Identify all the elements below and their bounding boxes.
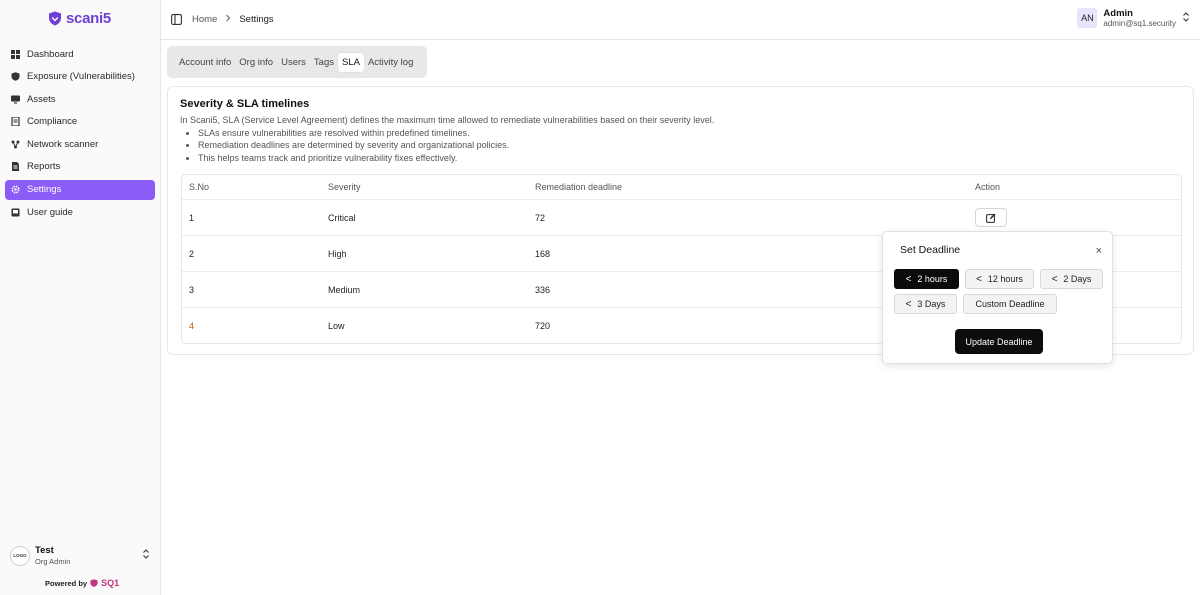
option-3-days[interactable]: < 3 Days — [894, 294, 957, 314]
sidebar-item-label: Exposure (Vulnerabilities) — [27, 71, 135, 83]
less-than-icon: < — [905, 273, 912, 285]
column-header-severity: Severity — [328, 182, 361, 192]
chevron-up-down-icon[interactable] — [1182, 11, 1190, 25]
sla-intro: In Scani5, SLA (Service Level Agreement)… — [180, 115, 715, 125]
account-email: admin@sq1.security — [1103, 19, 1176, 28]
cell-sno: 3 — [189, 284, 195, 295]
dashboard-icon — [11, 49, 20, 59]
chevron-up-down-icon[interactable] — [142, 549, 150, 562]
shield-icon — [11, 72, 20, 81]
option-label: 2 Days — [1063, 274, 1092, 284]
tab-org-info[interactable]: Org info — [235, 53, 277, 72]
set-deadline-popover: Set Deadline × < 2 hours < 12 hours < 2 … — [882, 231, 1113, 364]
option-custom-deadline[interactable]: Custom Deadline — [963, 294, 1057, 314]
column-header-action: Action — [975, 182, 1001, 192]
column-header-deadline: Remediation deadline — [535, 182, 623, 192]
settings-tabs: Account info Org info Users Tags SLA Act… — [167, 46, 427, 78]
sidebar-item-label: Settings — [27, 184, 62, 196]
option-label: 12 hours — [987, 274, 1023, 284]
sidebar-item-label: Reports — [27, 161, 61, 173]
update-deadline-button[interactable]: Update Deadline — [955, 329, 1043, 354]
sla-bullet: This helps teams track and prioritize vu… — [198, 152, 714, 165]
powered-by: Powered by SQ1 — [45, 578, 119, 588]
option-label: Custom Deadline — [975, 299, 1045, 309]
breadcrumb-home[interactable]: Home — [192, 14, 217, 25]
chevron-right-icon — [225, 14, 231, 25]
cell-sno: 1 — [189, 212, 195, 223]
org-switcher[interactable]: LOGO Test Org Admin — [10, 545, 152, 566]
sidebar-item-compliance[interactable]: Compliance — [5, 112, 155, 132]
sq1-shield-icon — [90, 579, 98, 587]
sla-bullets: SLAs ensure vulnerabilities are resolved… — [180, 127, 714, 165]
sla-description: In Scani5, SLA (Service Level Agreement)… — [180, 114, 714, 164]
avatar: AN — [1077, 8, 1098, 28]
cell-sno: 2 — [189, 248, 195, 259]
account-name: Admin — [1103, 8, 1133, 19]
section-title: Severity & SLA timelines — [180, 98, 310, 110]
table-header-row: S.No Severity Remediation deadline Actio… — [182, 175, 1181, 199]
edit-button[interactable] — [975, 208, 1007, 227]
tab-activity-log[interactable]: Activity log — [364, 53, 417, 72]
cell-action — [975, 208, 1175, 227]
option-2-hours[interactable]: < 2 hours — [894, 269, 959, 289]
breadcrumb-current: Settings — [239, 14, 274, 25]
sidebar-item-label: Assets — [27, 93, 56, 105]
top-header: Home Settings AN Admin admin@sq1.securit… — [161, 0, 1200, 40]
popover-title: Set Deadline — [900, 244, 961, 256]
cell-deadline: 72 — [535, 212, 546, 223]
sidebar-item-dashboard[interactable]: Dashboard — [5, 44, 155, 64]
sidebar-toggle-icon[interactable] — [171, 14, 182, 28]
sidebar-item-reports[interactable]: Reports — [5, 157, 155, 177]
option-12-hours[interactable]: < 12 hours — [965, 269, 1034, 289]
sidebar-item-label: User guide — [27, 206, 73, 218]
account-menu[interactable]: AN Admin admin@sq1.security — [1077, 8, 1190, 28]
cell-severity: Medium — [328, 284, 361, 295]
org-role: Org Admin — [35, 557, 71, 566]
edit-icon — [986, 213, 996, 223]
network-icon — [11, 140, 20, 149]
powered-by-label: Powered by — [45, 578, 88, 588]
cell-severity: Critical — [328, 212, 356, 223]
gear-icon — [11, 185, 20, 194]
powered-by-brand: SQ1 — [101, 578, 120, 588]
less-than-icon: < — [976, 273, 982, 285]
sidebar-item-network-scanner[interactable]: Network scanner — [5, 134, 155, 154]
tab-tags[interactable]: Tags — [310, 53, 338, 72]
option-label: 3 Days — [917, 299, 946, 309]
less-than-icon: < — [1051, 273, 1058, 285]
cell-severity: Low — [328, 320, 345, 331]
org-name: Test — [35, 545, 54, 556]
sidebar-item-label: Network scanner — [27, 138, 99, 150]
sla-bullet: SLAs ensure vulnerabilities are resolved… — [198, 127, 714, 140]
report-icon — [11, 162, 20, 172]
sidebar-item-settings[interactable]: Settings — [5, 179, 155, 200]
org-logo: LOGO — [10, 545, 30, 566]
tab-account-info[interactable]: Account info — [175, 53, 235, 72]
sidebar-item-exposure[interactable]: Exposure (Vulnerabilities) — [5, 67, 155, 87]
document-icon — [11, 117, 20, 127]
column-header-sno: S.No — [189, 182, 210, 192]
tab-sla[interactable]: SLA — [337, 52, 364, 72]
sla-bullet: Remediation deadlines are determined by … — [198, 139, 714, 152]
less-than-icon: < — [905, 298, 912, 310]
sidebar-item-label: Dashboard — [27, 48, 74, 60]
monitor-icon — [11, 95, 20, 104]
brand-logo[interactable]: scani5 — [48, 10, 111, 27]
option-2-days[interactable]: < 2 Days — [1040, 269, 1103, 289]
brand-name: scani5 — [66, 10, 111, 27]
brand-shield-icon — [49, 11, 61, 26]
sidebar-item-assets[interactable]: Assets — [5, 89, 155, 109]
table-row: 1 Critical 72 — [182, 199, 1181, 235]
sidebar-item-label: Compliance — [27, 116, 78, 128]
breadcrumb: Home Settings — [192, 14, 274, 25]
cell-severity: High — [328, 248, 347, 259]
cell-sno: 4 — [189, 320, 195, 331]
sidebar-nav: Dashboard Exposure (Vulnerabilities) Ass… — [5, 44, 155, 225]
sidebar: scani5 Dashboard Exposure (Vulnerabiliti… — [0, 0, 161, 595]
close-icon[interactable]: × — [1096, 245, 1102, 257]
option-label: 2 hours — [917, 274, 948, 284]
tab-users[interactable]: Users — [277, 53, 310, 72]
book-icon — [11, 208, 20, 217]
sidebar-item-user-guide[interactable]: User guide — [5, 202, 155, 222]
